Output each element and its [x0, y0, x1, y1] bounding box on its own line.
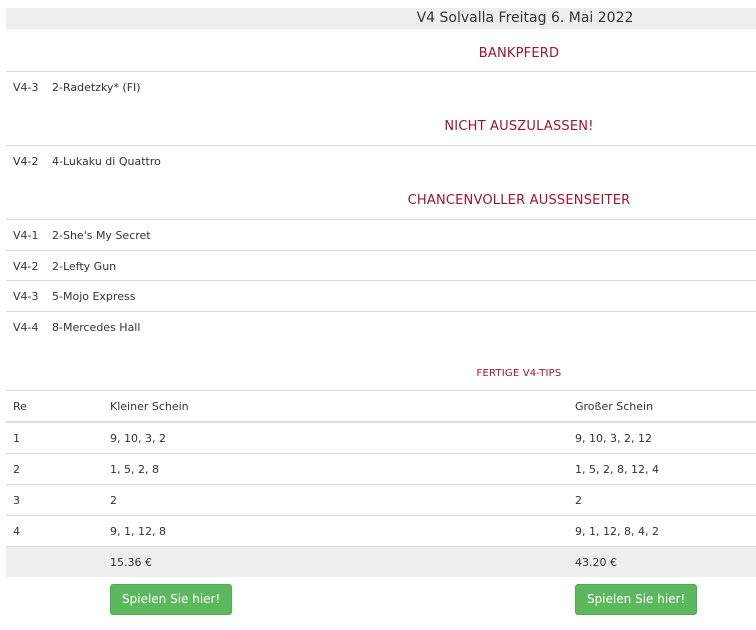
table-row: 4 9, 1, 12, 8 9, 1, 12, 8, 4, 2 — [6, 515, 756, 547]
race-number: 4 — [6, 515, 103, 547]
horse-name: 8-Mercedes Hall — [52, 321, 141, 334]
heading-nicht-auszulassen: NICHT AUSZULASSEN! — [444, 119, 594, 134]
table-row: 2 1, 5, 2, 8 1, 5, 2, 8, 12, 4 — [6, 453, 756, 485]
table-header-row: Re Kleiner Schein Großer Schein — [6, 390, 756, 423]
race-number: 3 — [6, 484, 103, 516]
small-ticket-picks: 1, 5, 2, 8 — [103, 453, 568, 485]
race-code: V4-2 — [13, 260, 39, 273]
list-item: V4-1 2-She's My Secret — [6, 219, 756, 250]
totals-row: 15.36 € 43.20 € — [6, 546, 756, 577]
tips-table: Re Kleiner Schein Großer Schein 1 9, 10,… — [6, 390, 756, 577]
horse-name: 2-Lefty Gun — [52, 260, 117, 273]
large-ticket-picks: 9, 10, 3, 2, 12 — [568, 421, 756, 454]
header-race: Re — [6, 390, 103, 423]
small-ticket-total: 15.36 € — [103, 546, 568, 577]
large-ticket-picks: 1, 5, 2, 8, 12, 4 — [568, 453, 756, 485]
horse-name: 2-Radetzky* (FI) — [52, 81, 141, 94]
small-ticket-picks: 9, 10, 3, 2 — [103, 421, 568, 454]
small-ticket-picks: 2 — [103, 484, 568, 516]
large-ticket-total: 43.20 € — [568, 546, 756, 577]
race-code: V4-1 — [13, 229, 39, 242]
list-item: V4-3 2-Radetzky* (FI) — [6, 71, 756, 102]
play-large-ticket-button[interactable]: Spielen Sie hier! — [575, 584, 698, 615]
list-item: V4-2 4-Lukaku di Quattro — [6, 145, 756, 176]
heading-fertige-tips: FERTIGE V4-TIPS — [476, 368, 562, 379]
large-ticket-picks: 2 — [568, 484, 756, 516]
race-number: 1 — [6, 421, 103, 454]
race-code: V4-3 — [13, 81, 39, 94]
horse-name: 5-Mojo Express — [52, 290, 136, 303]
heading-bankpferd: BANKPFERD — [478, 46, 560, 61]
table-row: 1 9, 10, 3, 2 9, 10, 3, 2, 12 — [6, 421, 756, 454]
play-small-ticket-button[interactable]: Spielen Sie hier! — [110, 584, 233, 615]
horse-name: 2-She's My Secret — [52, 229, 151, 242]
horse-name: 4-Lukaku di Quattro — [52, 155, 161, 168]
page-title: V4 Solvalla Freitag 6. Mai 2022 — [416, 10, 634, 26]
small-ticket-picks: 9, 1, 12, 8 — [103, 515, 568, 547]
list-item: V4-2 2-Lefty Gun — [6, 250, 756, 281]
list-item: V4-4 8-Mercedes Hall — [6, 311, 756, 342]
race-number: 2 — [6, 453, 103, 485]
heading-aussenseiter: CHANCENVOLLER AUSSENSEITER — [407, 193, 631, 208]
totals-spacer — [6, 546, 103, 577]
header-small-ticket: Kleiner Schein — [103, 390, 568, 423]
race-code: V4-3 — [13, 290, 39, 303]
header-large-ticket: Großer Schein — [568, 390, 756, 423]
list-item: V4-3 5-Mojo Express — [6, 280, 756, 311]
large-ticket-picks: 9, 1, 12, 8, 4, 2 — [568, 515, 756, 547]
table-row: 3 2 2 — [6, 484, 756, 516]
race-code: V4-4 — [13, 321, 39, 334]
race-code: V4-2 — [13, 155, 39, 168]
title-bar: V4 Solvalla Freitag 6. Mai 2022 — [6, 8, 756, 29]
